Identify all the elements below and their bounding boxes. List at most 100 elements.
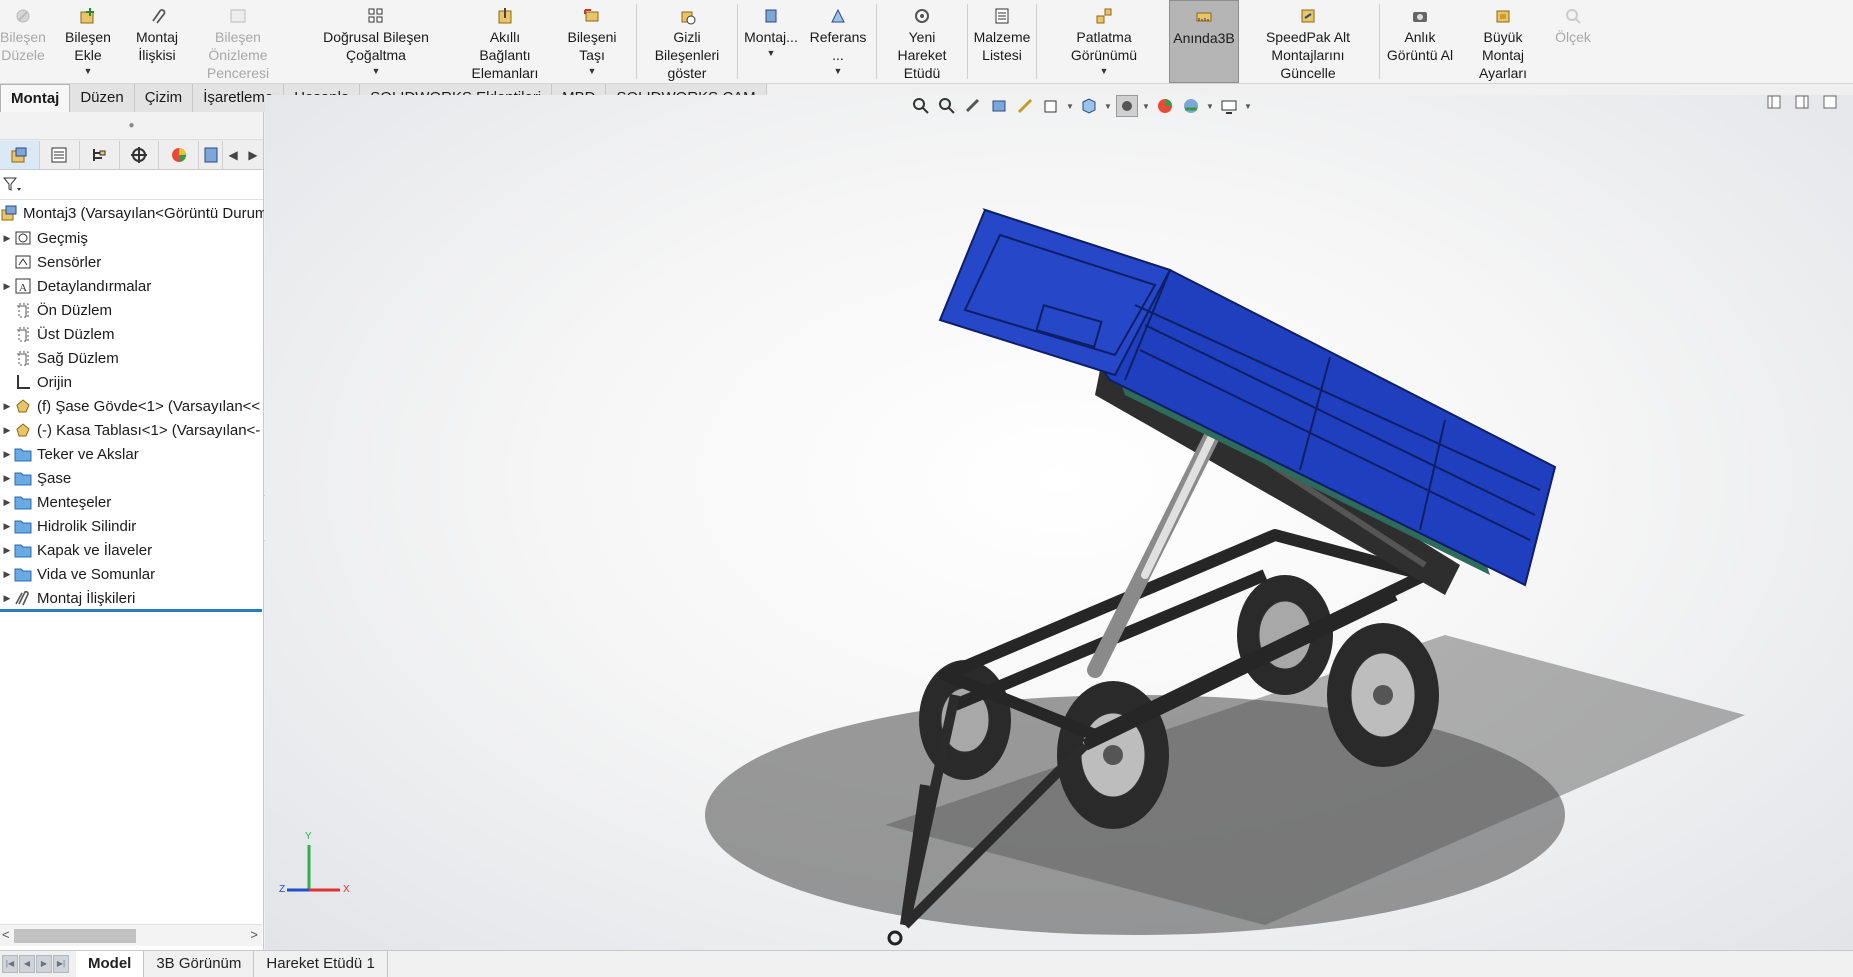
tree-node[interactable]: Orijin	[0, 370, 264, 394]
expand-arrow-icon[interactable]: ▶	[0, 473, 14, 484]
zoom-to-area-icon[interactable]	[936, 95, 958, 117]
apply-scene-icon[interactable]	[1180, 95, 1202, 117]
maximize-view-icon[interactable]	[1823, 95, 1837, 109]
move-component-button[interactable]: Bileşeni Taşı ▼	[550, 0, 634, 83]
speedpak-button[interactable]: SpeedPak Alt Montajlarını Güncelle	[1239, 0, 1377, 83]
insert-components-button[interactable]: Bileşen Ekle ▼	[46, 0, 130, 83]
chevron-down-icon[interactable]: ▼	[1066, 102, 1074, 111]
configuration-manager-tab[interactable]	[80, 140, 120, 169]
tabs-scroll-left-icon[interactable]: ◀	[223, 141, 243, 169]
panel-splitter-handle[interactable]: ●	[0, 112, 263, 140]
tree-node[interactable]: ▶ Şase	[0, 466, 264, 490]
tab-3d-views[interactable]: 3B Görünüm	[144, 951, 255, 977]
feature-manager-tab[interactable]	[0, 140, 40, 169]
show-hidden-button[interactable]: Gizli Bileşenleri göster	[639, 0, 735, 83]
expand-arrow-icon[interactable]: ▶	[0, 497, 14, 508]
tree-node[interactable]: ▶ Geçmiş	[0, 226, 264, 250]
scroll-left-icon[interactable]: <	[2, 927, 10, 942]
first-tab-icon[interactable]: |◀	[2, 955, 18, 973]
property-manager-tab[interactable]	[40, 140, 80, 169]
expand-arrow-icon[interactable]: ▶	[0, 521, 14, 532]
expand-arrow-icon[interactable]: ▶	[0, 449, 14, 460]
expand-arrow-icon[interactable]: ▶	[0, 569, 14, 580]
tree-node[interactable]: ▶ Vida ve Somunlar	[0, 562, 264, 586]
expand-arrow-icon[interactable]: ▶	[0, 281, 14, 292]
linear-pattern-icon	[368, 8, 383, 23]
tree-node[interactable]: ▶ (f) Şase Gövde<1> (Varsayılan<<	[0, 394, 264, 418]
filter-funnel-icon[interactable]	[2, 176, 22, 194]
expand-arrow-icon[interactable]: ▶	[0, 233, 14, 244]
scroll-right-icon[interactable]: >	[250, 927, 258, 942]
chevron-down-icon[interactable]: ▼	[588, 66, 597, 76]
tree-node[interactable]: ▶ (-) Kasa Tablası<1> (Varsayılan<-	[0, 418, 264, 442]
view-settings-icon[interactable]	[1218, 95, 1240, 117]
mate-button[interactable]: Montaj İlişkisi	[130, 0, 184, 83]
tree-horizontal-scrollbar[interactable]: < >	[0, 924, 262, 946]
previous-view-icon[interactable]	[962, 95, 984, 117]
exploded-view-button[interactable]: Patlatma Görünümü ▼	[1039, 0, 1169, 83]
view-orientation-icon[interactable]	[1040, 95, 1062, 117]
rollback-bar[interactable]	[0, 609, 262, 612]
tab-model[interactable]: Model	[76, 951, 145, 977]
tab-motion-study-1[interactable]: Hareket Etüdü 1	[254, 951, 388, 977]
smart-fasteners-button[interactable]: Akıllı Bağlantı Elemanları	[460, 0, 550, 83]
dimxpert-tab[interactable]	[120, 140, 160, 169]
chevron-down-icon[interactable]: ▼	[1100, 66, 1109, 76]
chevron-down-icon[interactable]: ▼	[834, 66, 843, 76]
tree-node[interactable]: ▶ Hidrolik Silindir	[0, 514, 264, 538]
edit-appearance-icon[interactable]	[1154, 95, 1176, 117]
chevron-down-icon[interactable]: ▼	[767, 48, 776, 58]
measure-button[interactable]: Ölçek	[1548, 0, 1598, 83]
zoom-to-fit-icon[interactable]	[910, 95, 932, 117]
expand-arrow-icon[interactable]: ▶	[0, 425, 14, 436]
last-tab-icon[interactable]: ▶|	[53, 955, 69, 973]
cam-tab[interactable]	[199, 140, 224, 169]
tree-node[interactable]: Sağ Düzlem	[0, 346, 264, 370]
instant3d-button[interactable]: Anında3B	[1169, 0, 1239, 83]
tab-sketch[interactable]: Çizim	[134, 84, 194, 112]
expand-arrow-icon[interactable]: ▶	[0, 545, 14, 556]
next-tab-icon[interactable]: ▶	[36, 955, 52, 973]
chevron-down-icon[interactable]: ▼	[84, 66, 93, 76]
wheel	[1327, 623, 1439, 767]
display-manager-tab[interactable]	[159, 140, 200, 169]
split-view-icon[interactable]	[1767, 95, 1781, 109]
previous-tab-icon[interactable]: ◀	[19, 955, 35, 973]
tree-node[interactable]: Sensörler	[0, 250, 264, 274]
tab-layout[interactable]: Düzen	[70, 84, 135, 112]
reference-geometry-button[interactable]: Referans ... ▼	[802, 0, 874, 83]
large-assembly-button[interactable]: Büyük Montaj Ayarları	[1458, 0, 1548, 83]
chevron-down-icon[interactable]: ▼	[1142, 102, 1150, 111]
bill-of-materials-button[interactable]: Malzeme Listesi	[970, 0, 1034, 83]
restore-view-icon[interactable]	[1795, 95, 1809, 109]
assembly-features-button[interactable]: Montaj... ▼	[740, 0, 802, 83]
new-motion-study-button[interactable]: Yeni Hareket Etüdü	[879, 0, 965, 83]
tree-root-assembly[interactable]: Montaj3 (Varsayılan<Görüntü Durum	[0, 200, 264, 226]
display-style-icon[interactable]	[1078, 95, 1100, 117]
expand-arrow-icon[interactable]: ▶	[0, 401, 14, 412]
tree-node[interactable]: ▶ Menteşeler	[0, 490, 264, 514]
edit-component-button[interactable]: Bileşen Düzele	[0, 0, 46, 83]
chevron-down-icon[interactable]: ▼	[372, 66, 381, 76]
chevron-down-icon[interactable]: ▼	[1244, 102, 1252, 111]
tab-assembly[interactable]: Montaj	[0, 84, 71, 112]
component-preview-button[interactable]: Bileşen Önizleme Penceresi	[184, 0, 292, 83]
section-view-icon[interactable]	[988, 95, 1010, 117]
graphics-viewport[interactable]: Y X Z ▼ ▼ ▼ ▼ ▼	[265, 95, 1853, 950]
snapshot-button[interactable]: Anlık Görüntü Al	[1382, 0, 1458, 83]
chevron-down-icon[interactable]: ▼	[1104, 102, 1112, 111]
tree-node[interactable]: ▶ Montaj İlişkileri	[0, 586, 264, 610]
scrollbar-thumb[interactable]	[14, 929, 136, 943]
tabs-scroll-right-icon[interactable]: ▶	[243, 141, 263, 169]
tree-node[interactable]: ▶ A Detaylandırmalar	[0, 274, 264, 298]
tree-node[interactable]: Ön Düzlem	[0, 298, 264, 322]
hide-show-items-icon[interactable]	[1116, 95, 1138, 117]
tree-node[interactable]: ▶ Kapak ve İlaveler	[0, 538, 264, 562]
dynamic-annotation-icon[interactable]	[1014, 95, 1036, 117]
tree-node[interactable]: Üst Düzlem	[0, 322, 264, 346]
tree-node[interactable]: ▶ Teker ve Akslar	[0, 442, 264, 466]
chevron-down-icon[interactable]: ▼	[1206, 102, 1214, 111]
linear-pattern-button[interactable]: Doğrusal Bileşen Çoğaltma ▼	[292, 0, 460, 83]
part-icon	[14, 397, 32, 415]
expand-arrow-icon[interactable]: ▶	[0, 593, 14, 604]
